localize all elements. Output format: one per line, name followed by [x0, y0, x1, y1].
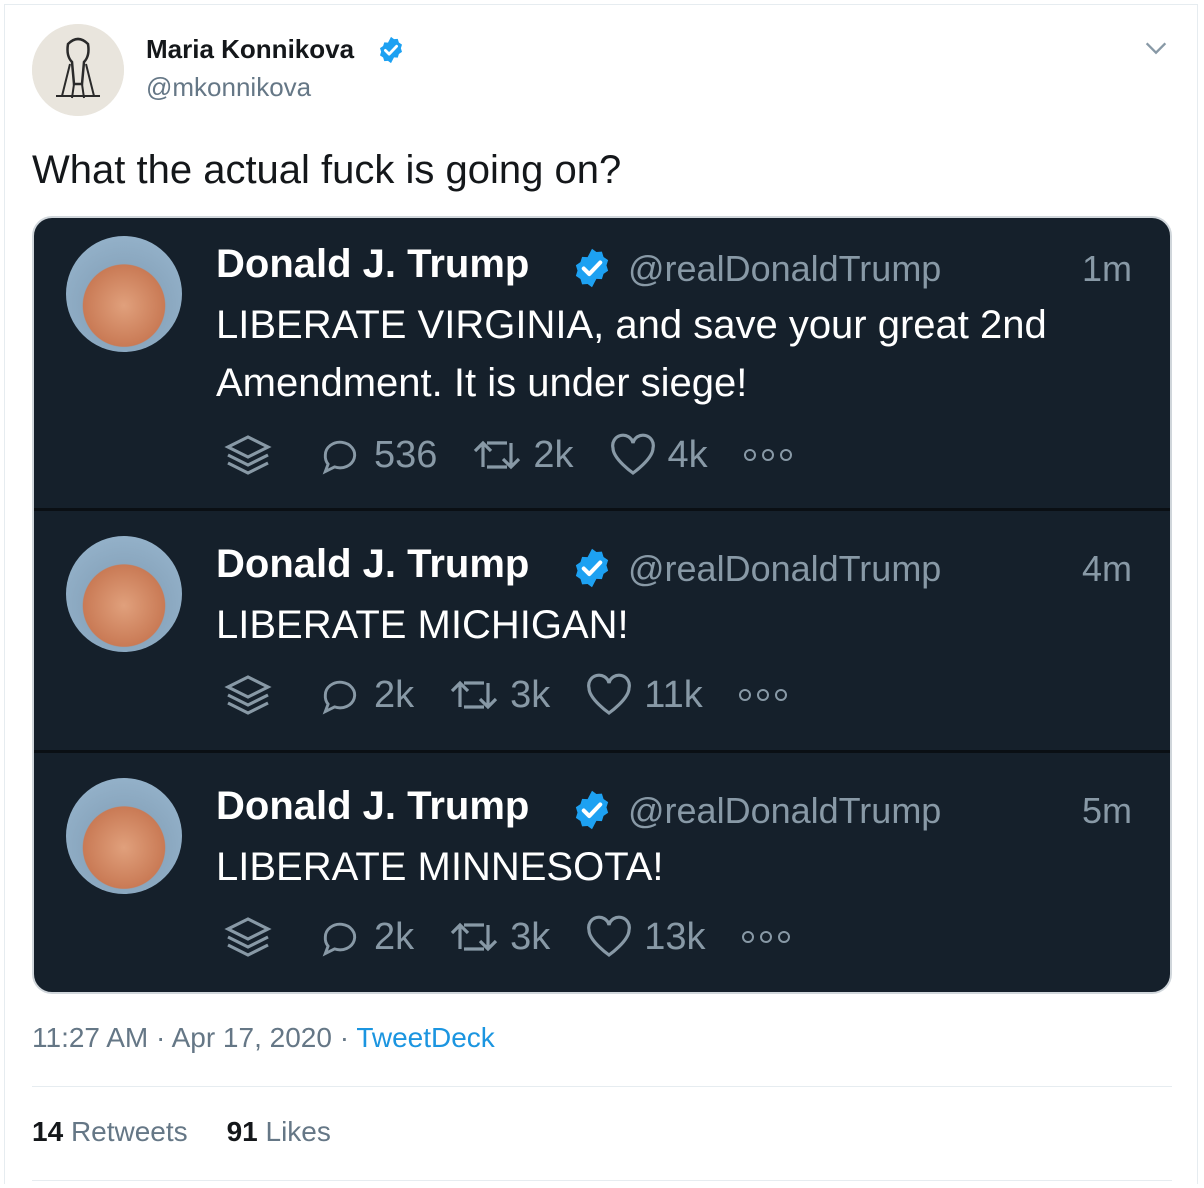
- reply-count: 2k: [374, 915, 415, 958]
- embedded-timestamp: 1m: [1081, 248, 1132, 289]
- embedded-author-name: Donald J. Trump: [216, 242, 530, 286]
- embedded-author-handle: @realDonaldTrump: [628, 790, 942, 831]
- more-action[interactable]: [740, 927, 802, 947]
- avatar-sketch-icon: [32, 24, 124, 116]
- chevron-down-icon[interactable]: [1142, 34, 1170, 62]
- layers-icon: [224, 435, 272, 475]
- reply-icon: [322, 922, 357, 957]
- like-count: 11k: [644, 673, 703, 716]
- retweet-icon: [451, 922, 498, 952]
- action-bar: 2k 3k 11k: [224, 670, 833, 720]
- retweets-stat[interactable]: 14 Retweets: [32, 1116, 188, 1147]
- embedded-author-name: Donald J. Trump: [216, 784, 530, 828]
- retweet-action[interactable]: 2k: [471, 433, 574, 477]
- avatar: [66, 778, 182, 894]
- like-icon: [610, 433, 655, 475]
- tweet-source-link[interactable]: TweetDeck: [356, 1022, 495, 1053]
- reply-count: 2k: [374, 673, 415, 716]
- more-action[interactable]: [742, 445, 804, 465]
- action-bar: 2k 3k 13k: [224, 912, 836, 962]
- likes-count: 91: [226, 1116, 258, 1147]
- author-handle[interactable]: @mkonnikova: [146, 72, 311, 103]
- reply-count: 536: [374, 433, 438, 476]
- layers-icon: [224, 917, 272, 957]
- more-icon: [741, 931, 790, 943]
- more-icon: [743, 449, 792, 461]
- likes-label: Likes: [265, 1116, 331, 1147]
- embedded-screenshot[interactable]: Donald J. Trump @realDonaldTrump 1m LIBE…: [32, 216, 1172, 994]
- retweet-action[interactable]: 3k: [448, 915, 550, 959]
- tweet-meta: 11:27 AM · Apr 17, 2020 · TweetDeck: [32, 1022, 495, 1054]
- embedded-author-handle: @realDonaldTrump: [628, 248, 942, 289]
- embedded-tweet-line: LIBERATE MINNESOTA!: [216, 845, 664, 889]
- embedded-author-handle: @realDonaldTrump: [628, 548, 942, 589]
- like-action[interactable]: 13k: [584, 915, 706, 959]
- avatar: [66, 236, 182, 352]
- embedded-timestamp: 4m: [1081, 548, 1132, 589]
- reply-action[interactable]: 2k: [316, 673, 414, 717]
- retweet-count: 2k: [533, 433, 574, 476]
- retweets-count: 14: [32, 1116, 64, 1147]
- likes-stat[interactable]: 91 Likes: [227, 1116, 331, 1147]
- embedded-tweet-line: LIBERATE VIRGINIA, and save your great 2…: [216, 303, 1047, 347]
- verified-badge-icon: [575, 548, 609, 588]
- author-name[interactable]: Maria Konnikova: [146, 34, 354, 65]
- retweet-icon: [451, 680, 498, 710]
- embedded-timestamp: 5m: [1081, 790, 1132, 831]
- embedded-tweet-line: Amendment. It is under siege!: [216, 361, 748, 405]
- retweet-action[interactable]: 3k: [448, 673, 550, 717]
- embedded-author-name: Donald J. Trump: [216, 542, 530, 586]
- tweet-time[interactable]: 11:27 AM: [32, 1022, 148, 1053]
- verified-badge-icon: [575, 248, 609, 288]
- tweet-text: What the actual fuck is going on?: [32, 148, 622, 192]
- reply-icon: [322, 440, 357, 475]
- reply-icon: [322, 680, 357, 715]
- layers-icon: [224, 675, 272, 715]
- avatar[interactable]: [32, 24, 124, 116]
- like-action[interactable]: 11k: [584, 673, 703, 717]
- like-count: 4k: [667, 433, 708, 476]
- like-action[interactable]: 4k: [608, 433, 708, 477]
- layers-action[interactable]: [224, 915, 282, 959]
- like-icon: [587, 915, 632, 957]
- avatar: [66, 536, 182, 652]
- retweet-count: 3k: [510, 915, 551, 958]
- retweets-label: Retweets: [70, 1116, 188, 1147]
- divider: [32, 1086, 1172, 1087]
- like-icon: [587, 673, 632, 715]
- action-bar: 536 2k 4k: [224, 430, 838, 480]
- divider: [34, 508, 1170, 511]
- tweet-stats: 14 Retweets 91 Likes: [32, 1116, 331, 1148]
- more-action[interactable]: [737, 685, 799, 705]
- divider: [34, 750, 1170, 753]
- meta-separator: ·: [339, 1022, 350, 1053]
- reply-action[interactable]: 536: [316, 433, 437, 477]
- meta-separator: ·: [156, 1022, 166, 1053]
- retweet-icon: [474, 440, 521, 470]
- reply-action[interactable]: 2k: [316, 915, 414, 959]
- retweet-count: 3k: [510, 673, 551, 716]
- embedded-tweet-line: LIBERATE MICHIGAN!: [216, 603, 629, 647]
- verified-badge-icon: [380, 36, 402, 64]
- divider: [32, 1180, 1172, 1181]
- verified-badge-icon: [575, 790, 609, 830]
- like-count: 13k: [644, 915, 706, 958]
- layers-action[interactable]: [224, 673, 282, 717]
- layers-action[interactable]: [224, 433, 282, 477]
- more-icon: [738, 689, 787, 701]
- tweet-date[interactable]: Apr 17, 2020: [172, 1022, 332, 1053]
